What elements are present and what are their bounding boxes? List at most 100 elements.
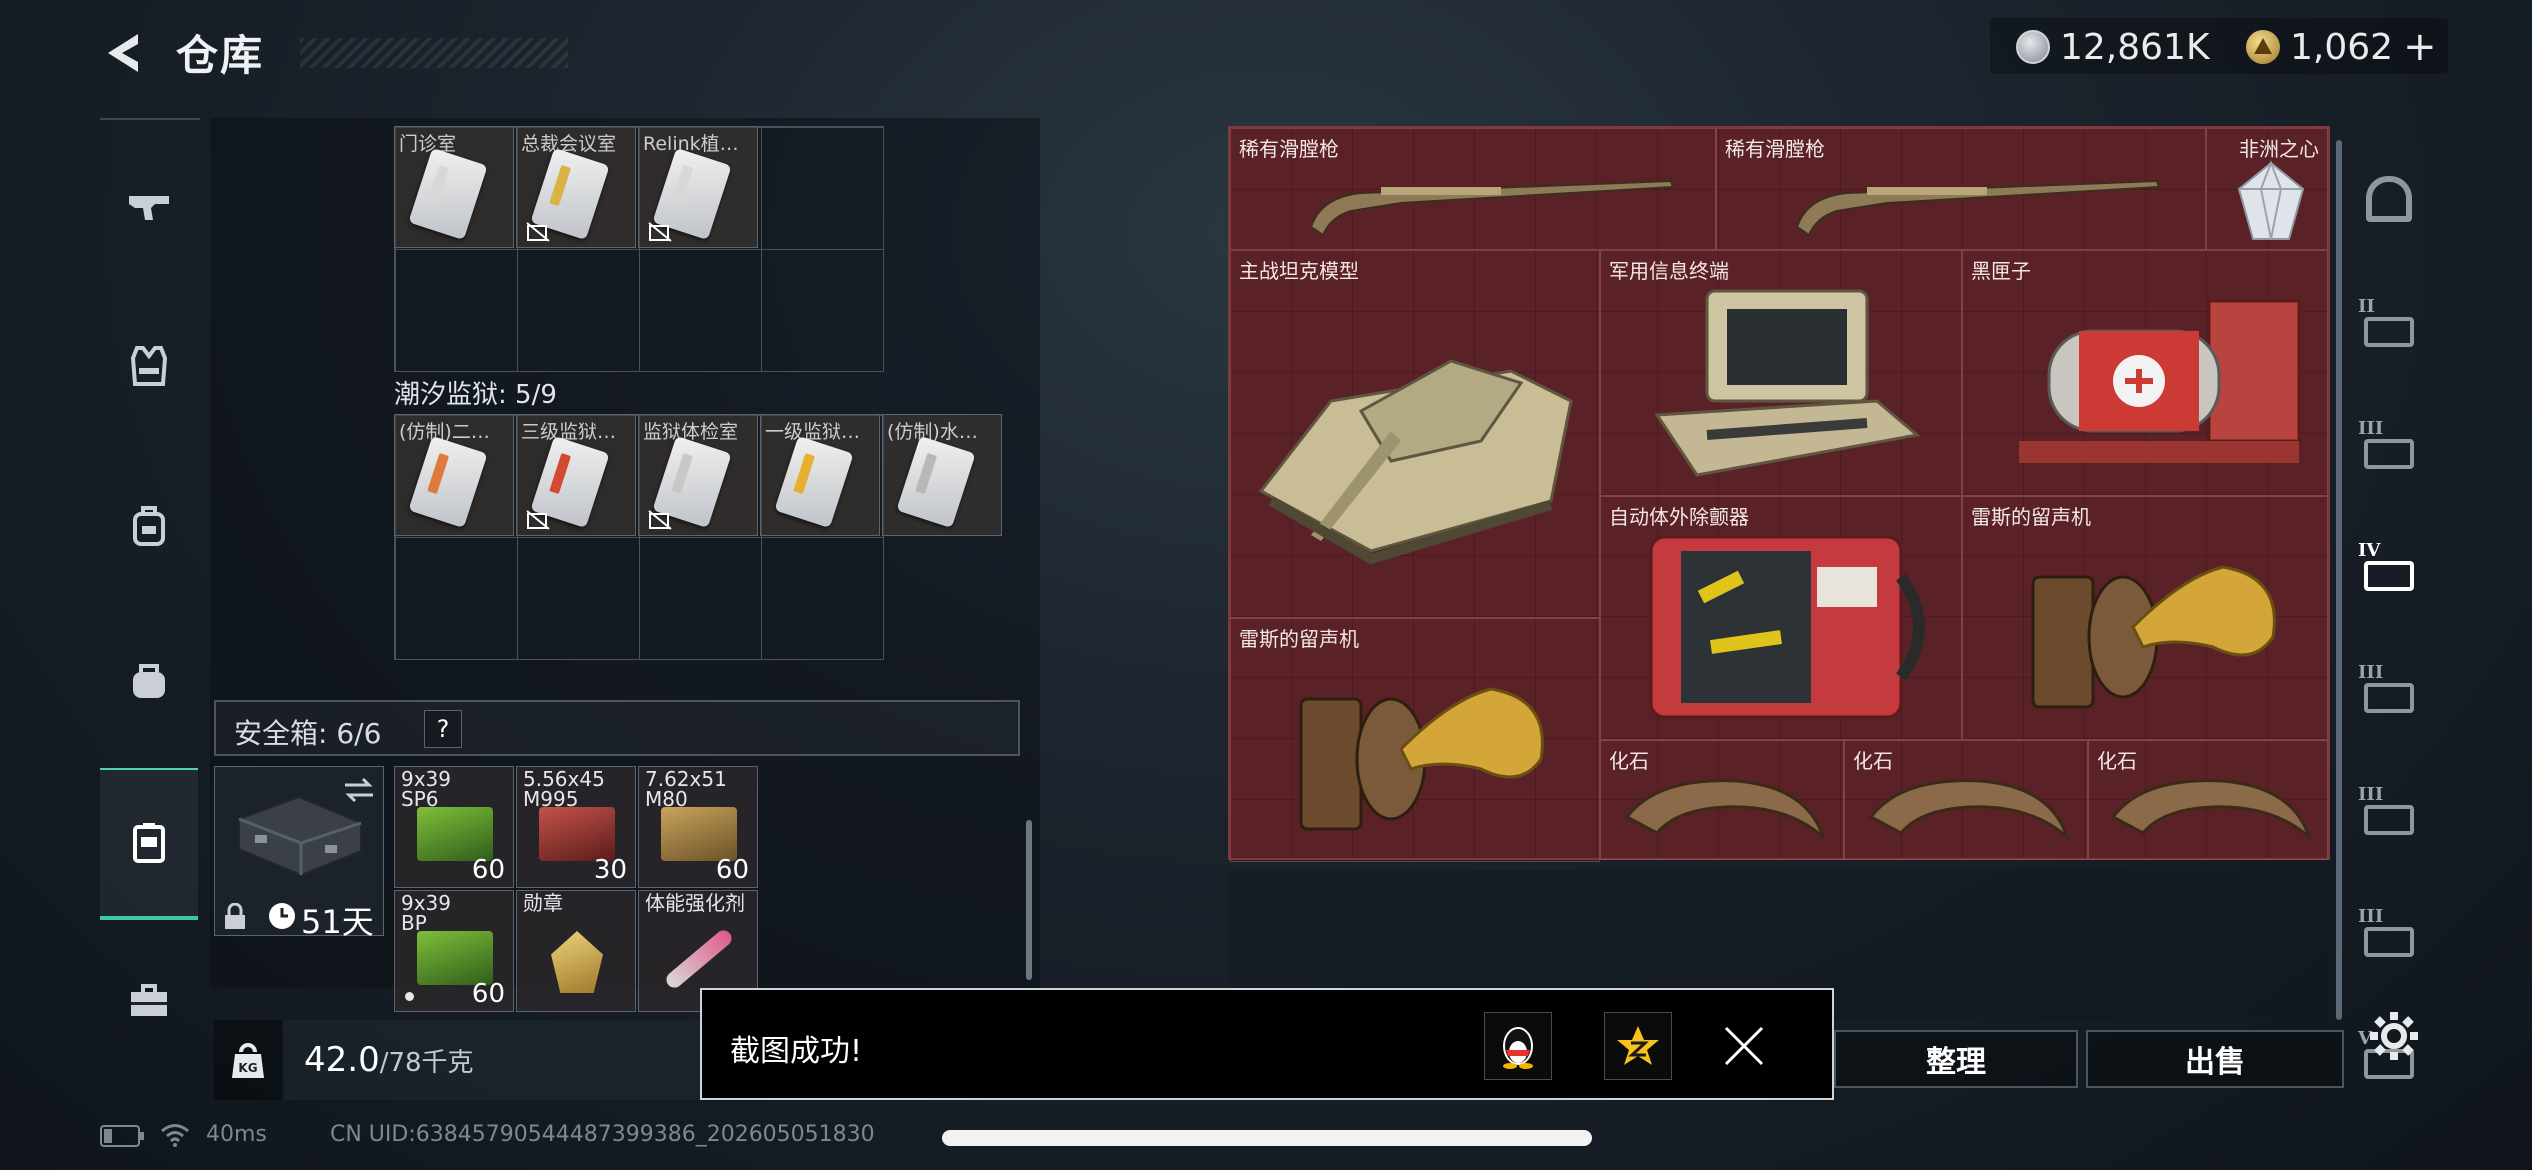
keycard-label: (仿制)水… [887,421,978,443]
currency-add-button[interactable]: + [2403,24,2437,70]
item-aed[interactable]: 自动体外除颤器 [1600,496,1962,740]
safe-box-item[interactable]: 5.56x45 M995 30 [516,766,636,888]
keycard-label: 三级监狱… [521,421,617,443]
safe-box-item[interactable]: 9x39 SP6 60 [394,766,514,888]
kettlebell-icon: KG [232,1043,264,1078]
keycard-item[interactable]: (仿制)二… [394,414,514,536]
keycard-label: 总裁会议室 [521,133,617,155]
nav-bag[interactable] [100,620,198,740]
container-tab[interactable]: III [2348,628,2430,746]
tank-model-icon [1258,359,1573,565]
container-tab[interactable]: III [2348,384,2430,502]
item-fossil[interactable]: 化石 [2088,740,2328,860]
item-black-box[interactable]: 黑匣子 [1962,250,2328,496]
keycard-item[interactable]: 总裁会议室 [516,126,636,248]
keycard-label: (仿制)二… [399,421,490,443]
safe-box-help-button[interactable]: ? [424,710,462,748]
container-tab[interactable]: II [2348,262,2430,380]
nav-armor[interactable] [100,306,198,426]
backpack-icon [133,506,165,546]
item-res-phonograph[interactable]: 雷斯的留声机 [1230,618,1600,862]
container-tab[interactable]: III [2348,750,2430,868]
item-label: 黑匣子 [1971,259,2031,283]
keycard-stripe [427,164,450,207]
keycard-item[interactable]: 门诊室 [394,126,514,248]
safe-box-slot[interactable]: 51天 [214,766,384,941]
tab-tier-label: III [2358,661,2384,683]
nav-toolbox[interactable] [100,940,198,1060]
pistol-icon [129,196,169,220]
uid-text: CN UID:63845790544487399386_202605051830 [330,1122,875,1147]
wifi-icon [161,1124,189,1147]
toolbox-icon [131,984,167,1016]
penguin-icon [1503,1027,1533,1069]
item-rare-musket[interactable]: 稀有滑膛枪 [1716,128,2206,250]
battery-icon [100,1125,144,1147]
item-count: 30 [593,855,627,885]
no-trade-icon [526,510,550,530]
item-fossil[interactable]: 化石 [1844,740,2088,860]
keycard-item[interactable]: 一级监狱… [760,414,880,536]
weight-bar: KG 42.0/78千克 [214,1020,714,1100]
item-tank-model[interactable]: 主战坦克模型 [1230,250,1600,618]
container-scrollbar[interactable] [2336,140,2342,1020]
currency-a: 12,861K [2016,22,2210,72]
close-icon[interactable] [1722,1024,1766,1068]
container-tab[interactable]: IV [2348,506,2430,624]
clock-icon [269,903,295,929]
container-tier-icon [2364,926,2414,957]
svg-text:KG: KG [238,1061,257,1075]
container-tab[interactable] [2348,140,2430,258]
item-rare-musket[interactable]: 稀有滑膛枪 [1230,128,1716,250]
fossil-claw-icon [1624,779,1827,842]
currency-b[interactable]: 1,062 + [2246,22,2437,72]
item-count: 60 [715,855,749,885]
share-qzone-button[interactable] [1604,1012,1672,1080]
diamond-icon [2237,160,2305,240]
item-count: 60 [471,979,505,1009]
keycard-stripe [671,452,694,495]
item-label: 雷斯的留声机 [1971,505,2091,529]
ammo-box-icon [417,931,493,985]
vault-door-icon [2366,176,2412,222]
nav-keycards[interactable] [100,768,198,920]
nav-weapons[interactable] [100,146,198,266]
item-label: 主战坦克模型 [1239,259,1359,283]
keycard-label: 门诊室 [399,133,457,155]
keycard-item[interactable]: 三级监狱… [516,414,636,536]
star-icon [1617,1026,1659,1065]
gramophone-icon [2031,565,2276,709]
weight-current: 42.0 [304,1040,380,1080]
gear-icon[interactable] [2368,1010,2420,1062]
safe-box-item[interactable]: 勋章 [516,890,636,1012]
nav-divider [100,118,200,120]
container-tier-icon [2364,438,2414,469]
safe-box-item[interactable]: 9x39 BP 60 [394,890,514,1012]
nav-backpack[interactable] [100,466,198,586]
back-arrow-icon[interactable] [100,28,150,78]
stash-scrollbar[interactable] [1026,820,1032,980]
ammo-box-icon [417,807,493,861]
item-military-terminal[interactable]: 军用信息终端 [1600,250,1962,496]
home-indicator[interactable] [942,1130,1592,1146]
safe-box-item[interactable]: 7.62x51 M80 60 [638,766,758,888]
item-heart-of-africa[interactable]: 非洲之心 [2206,128,2328,250]
item-fossil[interactable]: 化石 [1600,740,1844,860]
sort-button[interactable]: 整理 [1834,1030,2078,1088]
secure-container-grid: 稀有滑膛枪 稀有滑膛枪 非洲之心 主战坦克模型 军用信息终端 黑匣子 自动体外除… [1228,126,2330,862]
no-trade-icon [526,222,550,242]
syringe-icon [663,927,735,991]
share-qq-button[interactable] [1484,1012,1552,1080]
keycard-label: 监狱体检室 [643,421,739,443]
sell-button[interactable]: 出售 [2086,1030,2344,1088]
safe-item-label: 体能强化剂 [645,891,745,915]
defibrillator-icon [1649,535,1925,719]
keycard-item[interactable]: (仿制)水… [882,414,1002,536]
container-tab[interactable]: III [2348,872,2430,990]
silver-coin-icon [2016,30,2050,64]
musket-icon [1309,179,1675,237]
item-res-phonograph[interactable]: 雷斯的留声机 [1962,496,2328,740]
keycard-item[interactable]: 监狱体检室 [638,414,758,536]
swap-icon[interactable] [341,775,377,805]
keycard-item[interactable]: Relink植… [638,126,758,248]
